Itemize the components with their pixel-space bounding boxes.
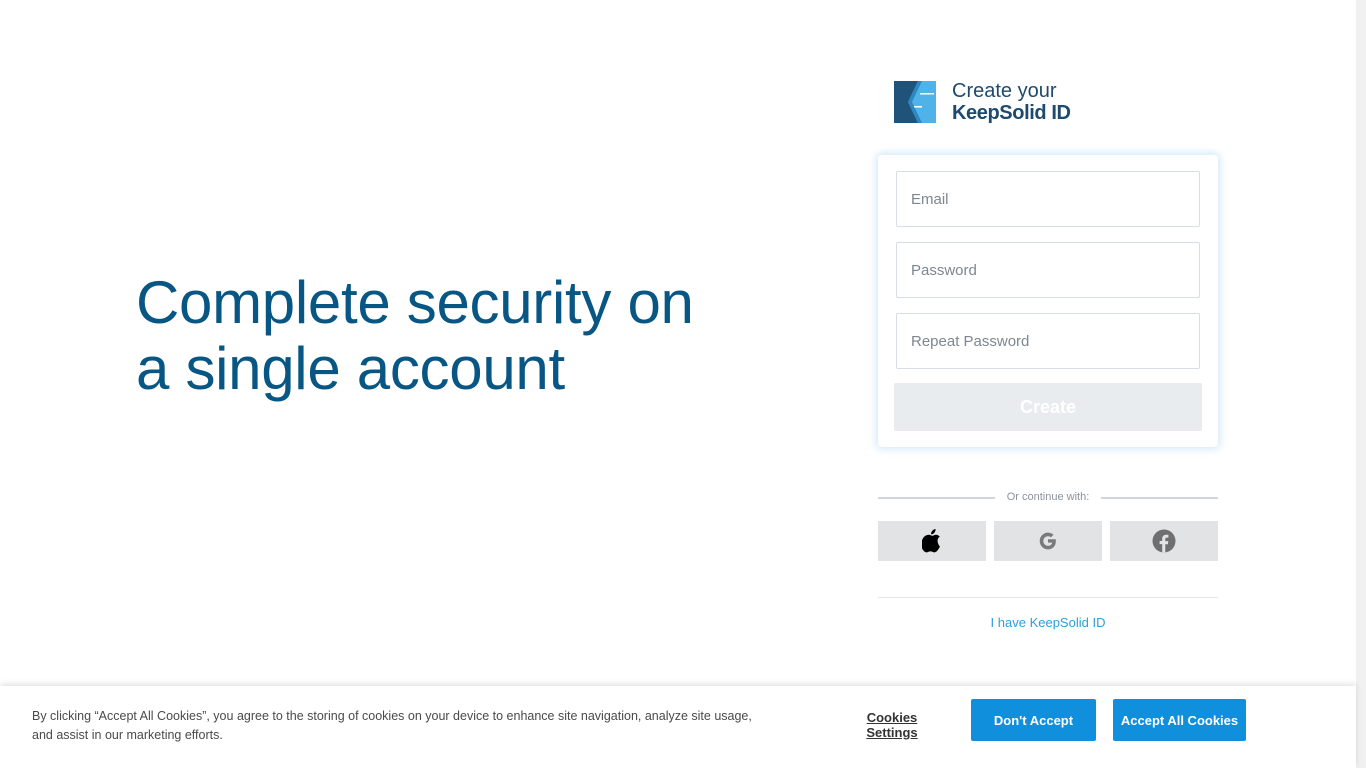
hero-heading-line-2: a single account xyxy=(136,335,565,402)
google-login-button[interactable] xyxy=(994,521,1102,561)
brand-title-line-2: KeepSolid ID xyxy=(952,102,1071,124)
brand-title: Create your KeepSolid ID xyxy=(952,80,1071,124)
existing-account-link[interactable]: I have KeepSolid ID xyxy=(878,615,1218,630)
hero-heading-line-1: Complete security on xyxy=(136,269,694,336)
signup-form-card: Create xyxy=(878,155,1218,447)
password-field[interactable] xyxy=(896,242,1200,298)
apple-login-button[interactable] xyxy=(878,521,986,561)
form-bottom-divider xyxy=(878,597,1218,598)
repeat-password-field[interactable] xyxy=(896,313,1200,369)
create-button[interactable]: Create xyxy=(894,383,1202,431)
apple-icon xyxy=(922,529,940,553)
email-field[interactable] xyxy=(896,171,1200,227)
divider-line-right xyxy=(1101,497,1218,499)
cookies-settings-button[interactable]: Cookies Settings xyxy=(840,710,944,740)
social-login-buttons xyxy=(878,521,1218,561)
brand-title-line-1: Create your xyxy=(952,80,1057,102)
cookie-consent-text: By clicking “Accept All Cookies”, you ag… xyxy=(32,709,752,742)
brand-header: Create your KeepSolid ID xyxy=(894,80,1071,124)
social-divider: Or continue with: xyxy=(878,490,1218,506)
facebook-login-button[interactable] xyxy=(1110,521,1218,561)
google-icon xyxy=(1039,532,1056,550)
accept-all-cookies-button[interactable]: Accept All Cookies xyxy=(1113,699,1246,741)
page-scrollbar[interactable] xyxy=(1356,0,1366,768)
cookie-banner: By clicking “Accept All Cookies”, you ag… xyxy=(0,686,1356,768)
facebook-icon xyxy=(1152,529,1176,553)
keepsolid-logo-icon xyxy=(894,81,936,123)
hero-heading: Complete security on a single account xyxy=(136,270,756,402)
dont-accept-cookies-button[interactable]: Don't Accept xyxy=(971,699,1096,741)
